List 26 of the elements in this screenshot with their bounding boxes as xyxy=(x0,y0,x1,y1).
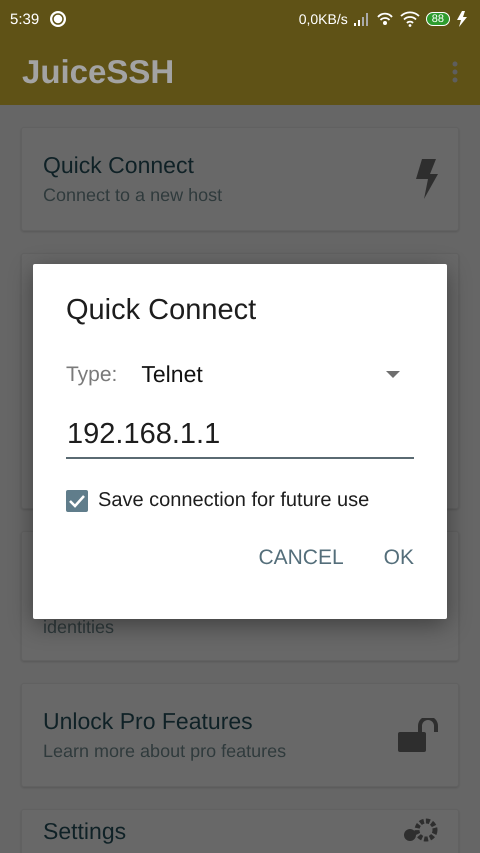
network-speed: 0,0KB/s xyxy=(298,11,348,27)
hotspot-icon xyxy=(376,11,394,27)
dropdown-arrow-icon xyxy=(386,371,400,378)
card-subtitle: Learn more about pro features xyxy=(43,741,286,762)
card-subtitle: Connect to a new host xyxy=(43,185,222,206)
charging-icon xyxy=(456,11,470,27)
card-title: Unlock Pro Features xyxy=(43,708,254,735)
menu-card[interactable]: Quick Connect Connect to a new host xyxy=(21,127,459,231)
type-dropdown[interactable]: Telnet xyxy=(141,361,414,388)
save-checkbox[interactable] xyxy=(66,490,88,512)
ok-button[interactable]: OK xyxy=(368,536,430,580)
clock: 5:39 xyxy=(10,10,40,28)
menu-card[interactable]: Settings xyxy=(21,809,459,853)
unlocked-padlock-icon xyxy=(398,718,438,752)
save-connection-label: Save connection for future use xyxy=(98,489,370,512)
type-label: Type: xyxy=(66,362,118,386)
app-title: JuiceSSH xyxy=(22,52,174,90)
card-title: Quick Connect xyxy=(43,152,195,179)
dialog-title: Quick Connect xyxy=(66,294,258,327)
wifi-icon xyxy=(400,11,420,27)
signal-icon xyxy=(354,12,370,26)
cancel-button[interactable]: CANCEL xyxy=(242,536,360,580)
card-title: Settings xyxy=(43,818,126,845)
battery-indicator: 88 xyxy=(426,12,450,26)
lightning-icon xyxy=(416,159,438,199)
menu-card[interactable]: Unlock Pro Features Learn more about pro features xyxy=(21,683,459,787)
